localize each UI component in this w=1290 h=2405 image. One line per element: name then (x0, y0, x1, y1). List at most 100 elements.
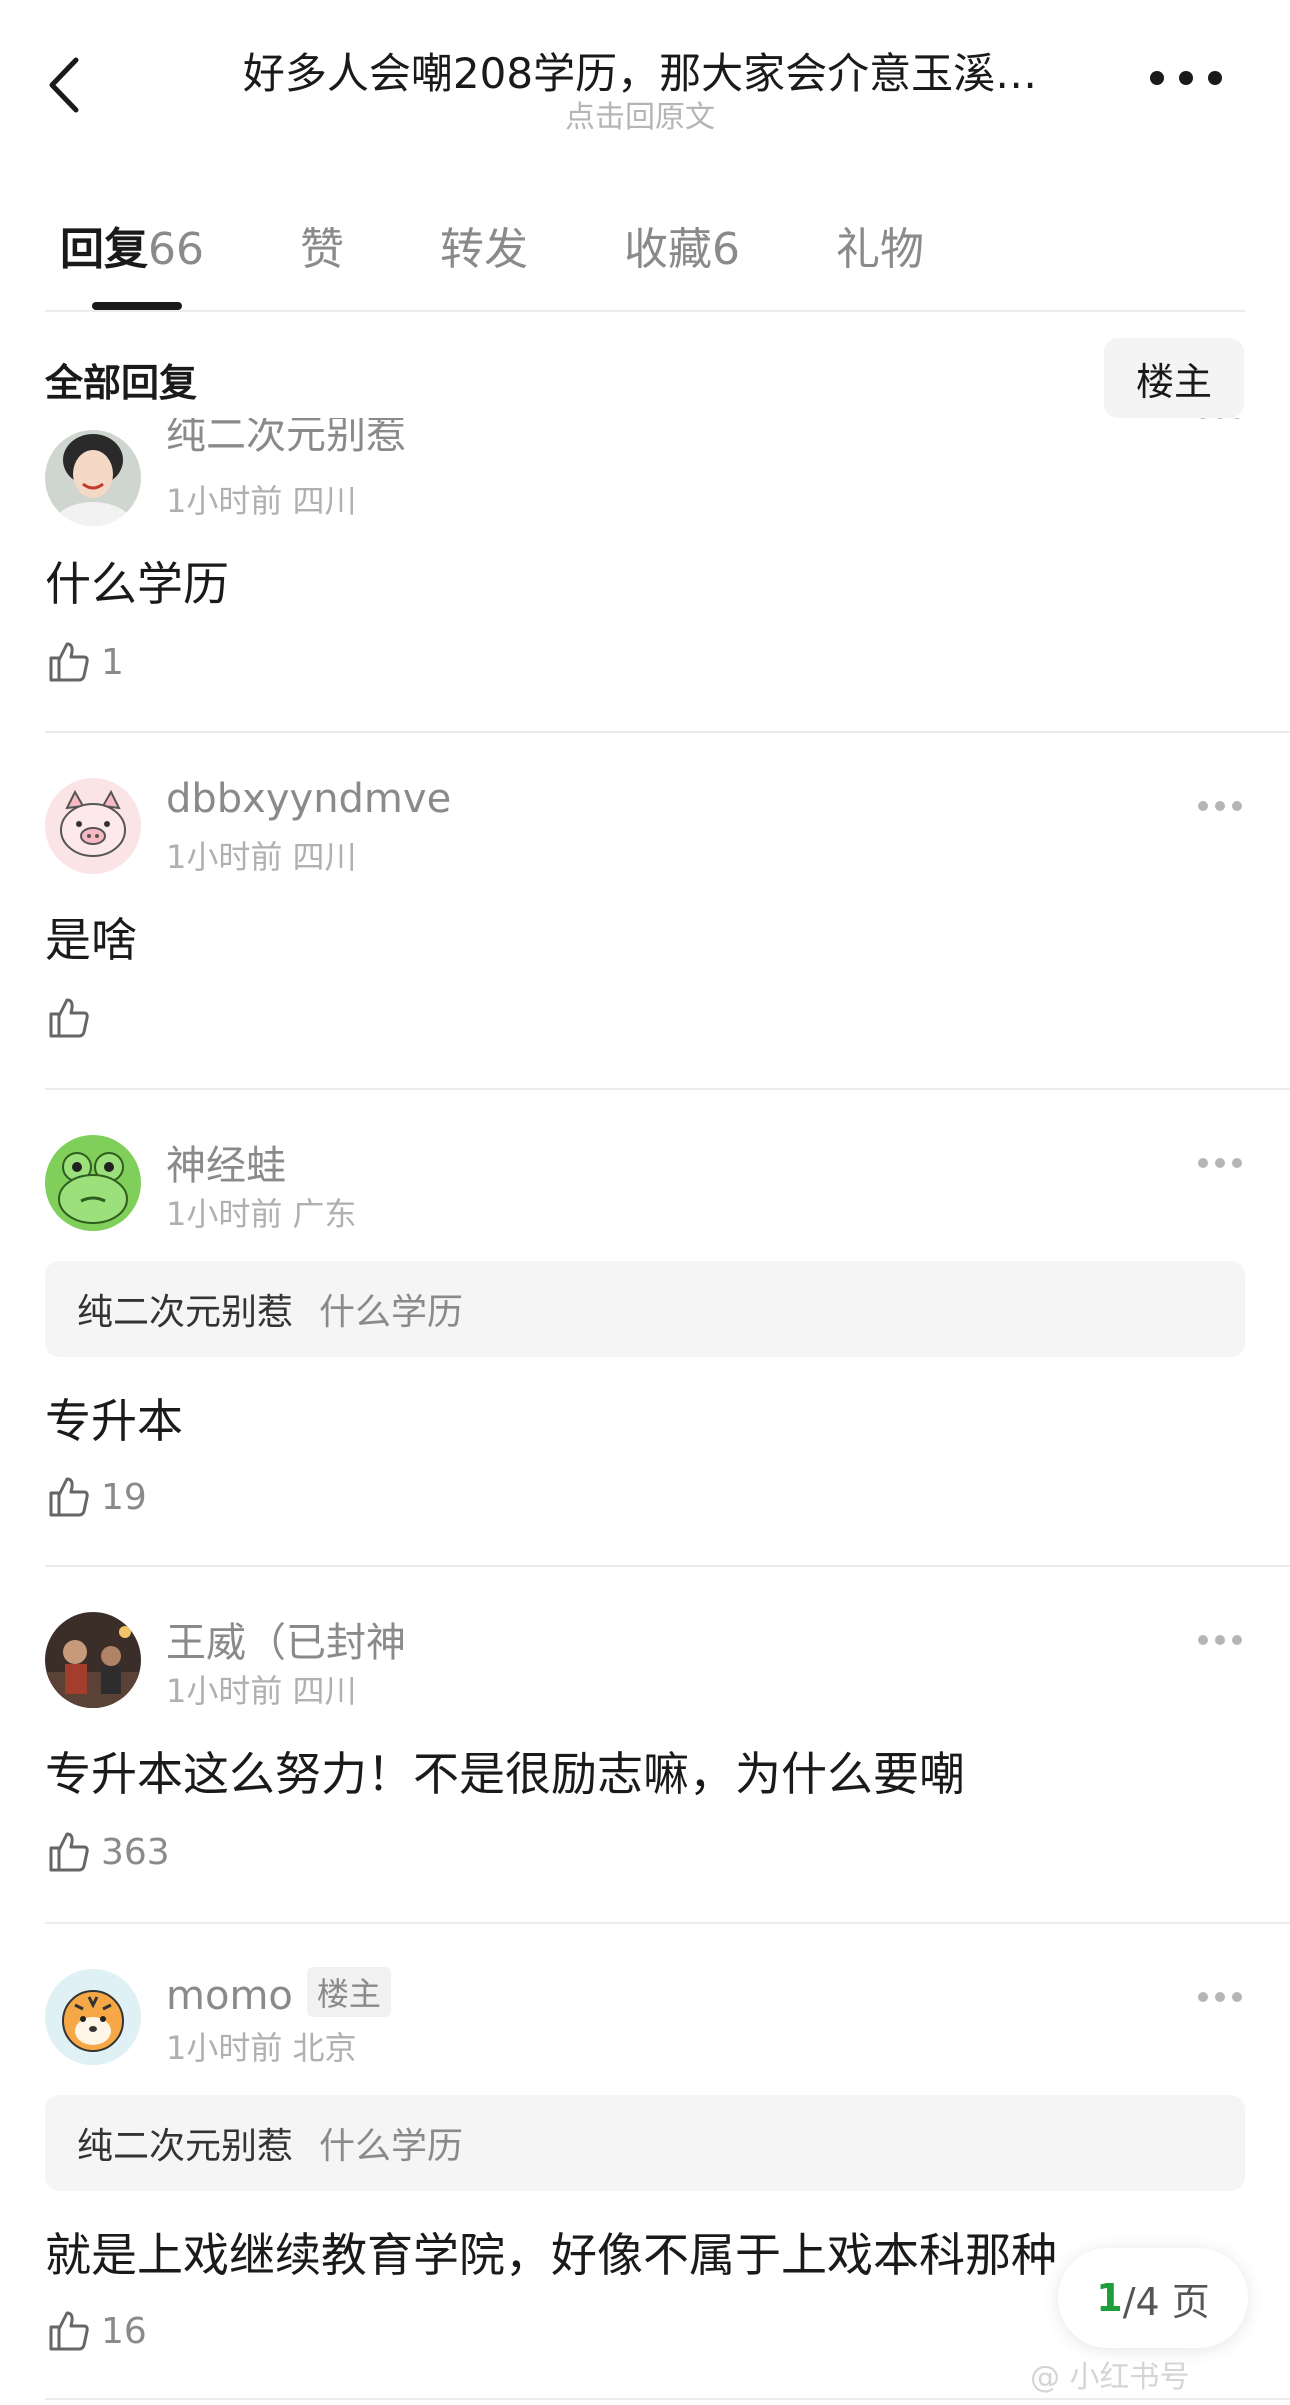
dot-icon (1198, 801, 1208, 811)
comment-item: 神经蛙 1小时前 广东 纯二次元别惹 什么学历 专升本 19 (0, 1089, 1290, 1565)
dot-icon (1198, 1635, 1208, 1645)
username[interactable]: momo 楼主 (166, 1967, 391, 2019)
quoted-username: 纯二次元别惹 (77, 1292, 294, 1333)
tab-likes[interactable]: 赞 (300, 213, 344, 277)
comment-item: 纯二次元别惹 1小时前 四川 什么学历 1 (0, 418, 1290, 730)
dot-icon (1232, 801, 1242, 811)
comment-item: dbbxyyndmve 1小时前 四川 是啥 (0, 732, 1290, 1088)
dot-icon (1198, 1158, 1208, 1168)
dot-icon (1232, 418, 1242, 419)
dot-icon (1208, 71, 1222, 85)
dot-icon (1232, 1992, 1242, 2002)
like-button[interactable]: 1 (45, 632, 124, 692)
current-page: 1 (1096, 2276, 1123, 2320)
comment-more-button[interactable] (1198, 1634, 1242, 1646)
username[interactable]: 王威（已封神 (166, 1610, 406, 1668)
comment-meta: 1小时前 广东 (166, 1189, 357, 1235)
thumbs-up-icon (49, 642, 89, 682)
op-only-filter-button[interactable]: 楼主 (1104, 338, 1244, 418)
top-bar: 好多人会嘲208学历，那大家会介意玉溪… 点击回原文 (0, 0, 1290, 160)
thumbs-up-icon (49, 998, 89, 1038)
thumbs-up-icon (49, 2311, 89, 2351)
more-options-button[interactable] (1150, 66, 1222, 90)
quoted-username: 纯二次元别惹 (77, 2126, 294, 2167)
tab-count: 6 (712, 224, 740, 275)
comment-location: 北京 (292, 2029, 357, 2067)
dot-icon (1215, 1158, 1225, 1168)
scene-photo-avatar-icon (45, 1612, 141, 1708)
divider (45, 310, 1245, 312)
comment-location: 四川 (292, 482, 357, 520)
quoted-text: 什么学历 (319, 1292, 464, 1333)
comment-meta: 1小时前 四川 (166, 1666, 357, 1712)
frog-cartoon-avatar-icon (45, 1135, 141, 1231)
tab-bar: 回复66 赞 转发 收藏6 礼物 (60, 210, 1020, 280)
username[interactable]: 纯二次元别惹 (166, 418, 406, 460)
comment-location: 四川 (292, 1672, 357, 1710)
avatar[interactable] (45, 1612, 141, 1708)
tab-label: 转发 (440, 224, 528, 275)
comment-time: 1小时前 (166, 482, 283, 520)
op-badge: 楼主 (306, 1967, 391, 2017)
divider (45, 2398, 1290, 2400)
tab-favorites[interactable]: 收藏6 (624, 213, 740, 277)
avatar[interactable] (45, 430, 141, 526)
like-button[interactable] (45, 988, 101, 1048)
back-to-original-link[interactable]: 点击回原文 (190, 92, 1090, 136)
dot-icon (1232, 1635, 1242, 1645)
comment-meta: 1小时前 四川 (166, 832, 357, 878)
comment-time: 1小时前 (166, 1672, 283, 1710)
watermark: @ 小红书号 (1030, 2360, 1190, 2395)
comment-meta: 1小时前 四川 (166, 476, 357, 522)
comment-more-button[interactable] (1198, 1991, 1242, 2003)
comment-item: 王威（已封神 1小时前 四川 专升本这么努力！不是很励志嘛，为什么要嘲 363 (0, 1566, 1290, 1922)
tab-gifts[interactable]: 礼物 (836, 213, 924, 277)
comment-more-button[interactable] (1198, 1157, 1242, 1169)
like-button[interactable]: 16 (45, 2301, 147, 2361)
avatar[interactable] (45, 1135, 141, 1231)
avatar[interactable] (45, 1969, 141, 2065)
avatar[interactable] (45, 778, 141, 874)
active-tab-indicator (92, 302, 182, 310)
dot-icon (1215, 418, 1225, 419)
comment-time: 1小时前 (166, 838, 283, 876)
thumbs-up-icon (49, 1477, 89, 1517)
tab-replies[interactable]: 回复66 (60, 213, 204, 277)
dot-icon (1198, 1992, 1208, 2002)
tab-label: 赞 (300, 224, 344, 275)
woman-photo-avatar-icon (45, 430, 141, 526)
comment-text: 专升本这么努力！不是很励志嘛，为什么要嘲 (45, 1747, 965, 1801)
tab-label: 礼物 (836, 224, 924, 275)
comment-location: 四川 (292, 838, 357, 876)
comment-text: 专升本 (45, 1394, 183, 1448)
dot-icon (1198, 418, 1208, 419)
comment-location: 广东 (292, 1195, 357, 1233)
username[interactable]: 神经蛙 (166, 1133, 286, 1191)
pig-cartoon-avatar-icon (45, 778, 141, 874)
like-count: 1 (101, 641, 124, 683)
comment-text: 什么学历 (45, 557, 229, 611)
comment-more-button[interactable] (1198, 800, 1242, 812)
dot-icon (1179, 71, 1193, 85)
comment-more-button[interactable] (1198, 418, 1242, 420)
tab-label: 回复 (60, 224, 148, 275)
section-title: 全部回复 (45, 361, 198, 405)
back-button[interactable] (40, 50, 90, 120)
chevron-left-icon (49, 57, 79, 113)
quoted-text: 什么学历 (319, 2126, 464, 2167)
username-text: momo (166, 1973, 293, 2019)
dot-icon (1150, 71, 1164, 85)
quoted-reply[interactable]: 纯二次元别惹 什么学历 (45, 2095, 1245, 2191)
tiger-cartoon-avatar-icon (45, 1969, 141, 2065)
tab-count: 66 (148, 224, 204, 275)
page-indicator-button[interactable]: 1/4 页 (1058, 2248, 1248, 2348)
username[interactable]: dbbxyyndmve (166, 776, 451, 822)
like-button[interactable]: 19 (45, 1467, 147, 1527)
like-button[interactable]: 363 (45, 1822, 170, 1882)
like-count: 16 (101, 2310, 147, 2352)
dot-icon (1215, 801, 1225, 811)
dot-icon (1232, 1158, 1242, 1168)
dot-icon (1215, 1992, 1225, 2002)
quoted-reply[interactable]: 纯二次元别惹 什么学历 (45, 1261, 1245, 1357)
tab-reposts[interactable]: 转发 (440, 213, 528, 277)
